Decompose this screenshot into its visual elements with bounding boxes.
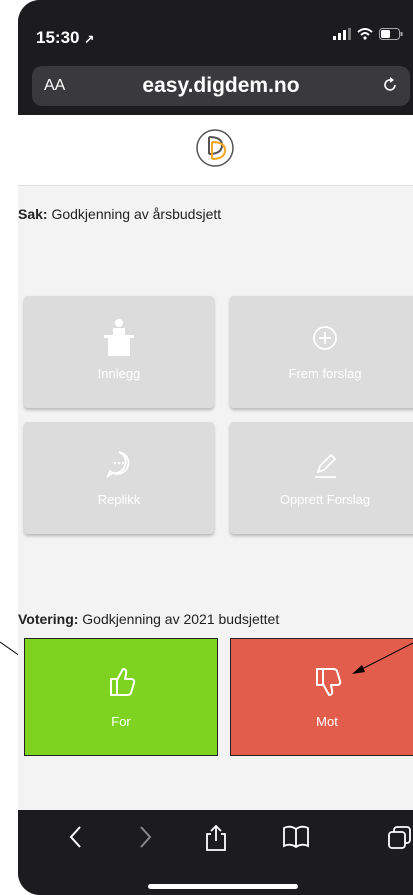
vote-for-button[interactable]: For [24,638,218,756]
location-arrow-icon: ↗ [84,32,95,46]
vote-against-label: Mot [316,714,338,729]
site-header [18,115,413,186]
opprett-forslag-label: Opprett Forslag [279,492,371,507]
signal-icon [333,28,351,40]
frem-forslag-label: Frem forslag [288,366,362,381]
web-content: Sak: Godkjenning av årsbudsjett Innlegg … [18,115,413,810]
share-icon[interactable] [204,824,228,852]
plus-circle-icon [313,326,337,350]
vote-for-label: For [111,714,131,729]
reload-icon[interactable] [380,75,400,95]
battery-icon [379,28,403,40]
bookmarks-icon[interactable] [281,824,311,850]
home-indicator [148,884,298,889]
annotation-arrow-right [352,642,413,674]
opprett-forslag-button[interactable]: Opprett Forslag [230,422,413,534]
browser-toolbar [18,810,413,895]
vote-title: Votering: Godkjenning av 2021 budsjettet [18,611,280,627]
frem-forslag-button[interactable]: Frem forslag [230,296,413,408]
url-text[interactable]: easy.digdem.no [32,74,410,98]
replikk-button[interactable]: Replikk [24,422,214,534]
status-bar: 15:30 ↗ [18,0,413,60]
pencil-icon [315,453,337,478]
chat-bubble-icon [106,451,130,479]
tabs-icon[interactable] [386,824,412,850]
url-field[interactable]: AA easy.digdem.no [32,66,410,106]
forward-icon[interactable] [135,824,155,850]
innlegg-label: Innlegg [97,366,141,381]
phone-frame: 15:30 ↗ AA easy.digdem.no Sak: Godkjenni… [18,0,413,895]
digdem-logo[interactable] [195,128,235,168]
innlegg-button[interactable]: Innlegg [24,296,214,408]
status-time: 15:30 ↗ [36,28,95,47]
thumbs-up-icon [110,668,136,696]
case-title: Sak: Godkjenning av årsbudsjett [18,206,222,222]
replikk-label: Replikk [97,492,141,507]
podium-icon [104,319,134,356]
back-icon[interactable] [66,824,86,850]
status-icons [333,28,403,40]
browser-address-bar: AA easy.digdem.no [18,60,413,115]
wifi-icon [357,28,373,40]
main-panel: Sak: Godkjenning av årsbudsjett Innlegg … [18,186,413,810]
